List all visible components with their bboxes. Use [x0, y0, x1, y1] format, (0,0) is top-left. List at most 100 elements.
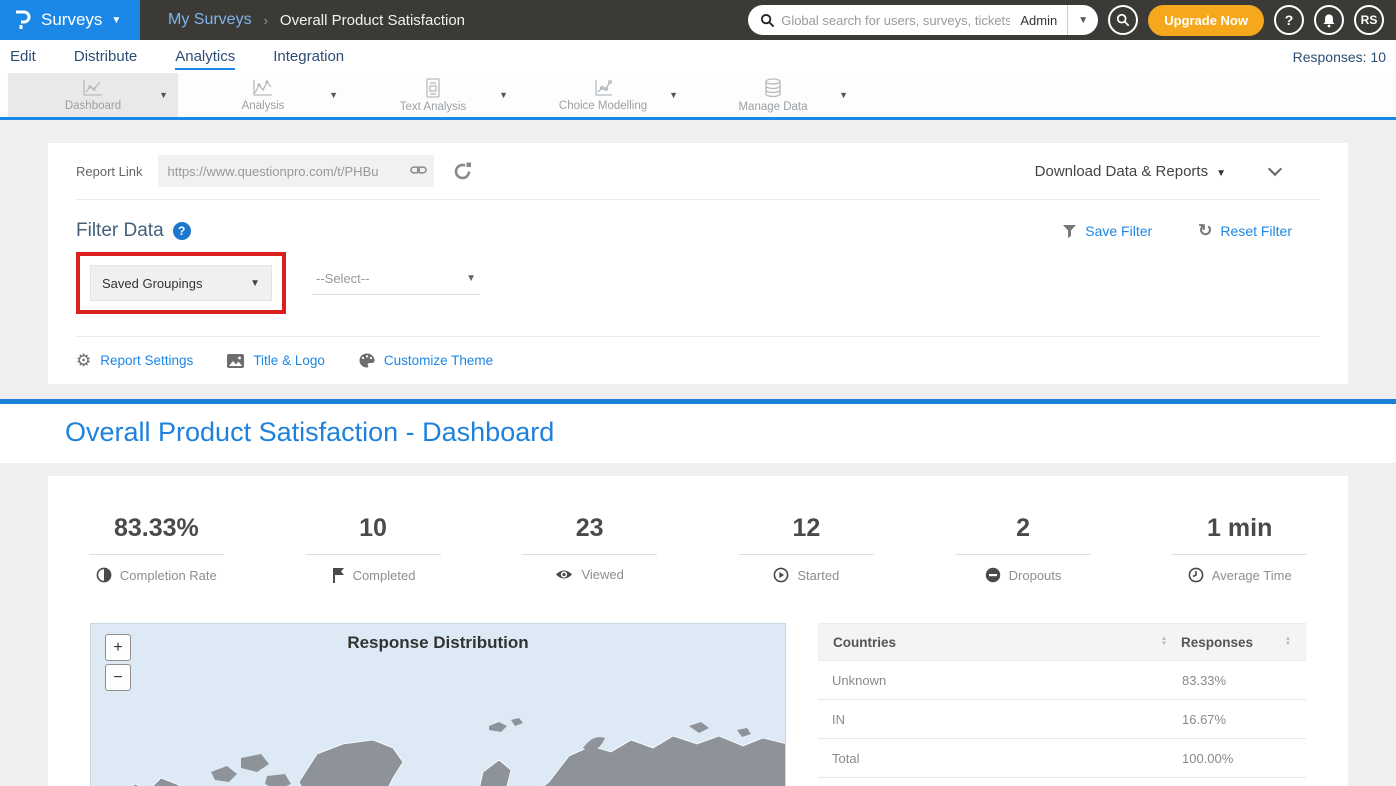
reset-filter-button[interactable]: ↻ Reset Filter — [1198, 221, 1292, 241]
tab-manage-data[interactable]: Manage Data ▼ — [688, 73, 858, 117]
highlight-annotation: Saved Groupings ▼ — [76, 252, 286, 314]
response-distribution-map[interactable]: Response Distribution + − — [90, 623, 786, 786]
customize-theme-link[interactable]: Customize Theme — [359, 353, 493, 368]
dashboard-card: 83.33% Completion Rate 10 Completed 23 — [48, 476, 1348, 786]
play-circle-icon — [773, 567, 789, 583]
questionpro-logo — [12, 9, 32, 31]
table-row: IN 16.67% — [818, 700, 1306, 739]
eye-icon — [555, 568, 573, 581]
report-link-label: Report Link — [76, 164, 142, 179]
breadcrumb: My Surveys › Overall Product Satisfactio… — [140, 0, 465, 40]
chevron-down-icon: ▼ — [1216, 168, 1226, 179]
minus-circle-icon — [985, 567, 1001, 583]
nav-edit[interactable]: Edit — [10, 48, 36, 65]
download-group: Download Data & Reports▼ — [1035, 163, 1320, 180]
tab-dropdown-icon[interactable]: ▼ — [329, 90, 338, 100]
analysis-chart-icon — [251, 78, 275, 98]
countries-column-header[interactable]: Countries — [833, 635, 896, 650]
product-switcher[interactable]: Surveys ▼ — [0, 0, 140, 40]
saved-groupings-dropdown[interactable]: Saved Groupings ▼ — [90, 265, 272, 301]
search-button[interactable] — [1108, 5, 1138, 35]
line-chart-icon — [81, 78, 105, 98]
tab-dashboard[interactable]: Dashboard ▼ — [8, 73, 178, 117]
upgrade-now-button[interactable]: Upgrade Now — [1148, 5, 1264, 36]
palette-icon — [359, 353, 375, 368]
database-icon — [762, 77, 784, 99]
topbar-actions: Admin ▼ Upgrade Now ? RS — [748, 0, 1396, 40]
breadcrumb-separator: › — [264, 13, 268, 28]
flag-icon — [331, 567, 345, 583]
global-search-input[interactable] — [781, 13, 1010, 28]
responses-count: Responses: 10 — [1293, 49, 1386, 65]
stat-completed: 10 Completed — [265, 514, 482, 583]
report-settings-row: ⚙ Report Settings Title & Logo Customize… — [76, 336, 1320, 384]
search-scope-dropdown[interactable]: ▼ — [1068, 15, 1098, 26]
chevron-down-icon: ▼ — [250, 278, 260, 289]
global-search: Admin ▼ — [748, 5, 1098, 35]
dashboard-title-band: Overall Product Satisfaction - Dashboard — [0, 404, 1396, 463]
bell-icon — [1322, 13, 1336, 28]
top-bar: Surveys ▼ My Surveys › Overall Product S… — [0, 0, 1396, 40]
save-filter-button[interactable]: Save Filter — [1062, 223, 1152, 239]
survey-section-nav: Edit Distribute Analytics Integration Re… — [0, 40, 1396, 73]
gear-icon: ⚙ — [76, 351, 91, 371]
filter-data-title: Filter Data ? — [76, 220, 191, 242]
tab-dropdown-icon[interactable]: ▼ — [499, 90, 508, 100]
collapse-panel-icon[interactable] — [1268, 162, 1282, 176]
filter-dropdowns-row: Saved Groupings ▼ --Select-- ▼ — [76, 252, 1320, 314]
avatar[interactable]: RS — [1354, 5, 1384, 35]
help-button[interactable]: ? — [1274, 5, 1304, 35]
sort-icon[interactable]: ▲▼ — [1285, 637, 1291, 647]
title-logo-link[interactable]: Title & Logo — [227, 353, 325, 368]
countries-table-header: Countries ▲▼ Responses ▲▼ — [818, 623, 1306, 661]
link-icon[interactable] — [410, 163, 427, 177]
sort-icon[interactable]: ▲▼ — [1161, 637, 1167, 647]
tab-dropdown-icon[interactable]: ▼ — [669, 90, 678, 100]
clock-icon — [1188, 567, 1204, 583]
search-icon — [1116, 13, 1130, 27]
image-icon — [227, 354, 244, 368]
product-name: Surveys — [41, 10, 102, 30]
filter-header-row: Filter Data ? Save Filter ↻ Reset Filter — [76, 200, 1320, 242]
breadcrumb-my-surveys[interactable]: My Surveys — [168, 11, 252, 29]
document-icon — [423, 77, 443, 99]
page-title: Overall Product Satisfaction - Dashboard — [65, 417, 1396, 448]
charts-row: Response Distribution + − — [90, 623, 1306, 786]
filter-help-icon[interactable]: ? — [173, 222, 191, 240]
chevron-down-icon: ▼ — [466, 273, 476, 284]
analytics-tab-strip: Dashboard ▼ Analysis ▼ Text Analysis ▼ C… — [0, 73, 1396, 120]
nav-analytics[interactable]: Analytics — [175, 48, 235, 65]
breadcrumb-survey-name: Overall Product Satisfaction — [280, 12, 465, 29]
chevron-down-icon: ▼ — [111, 15, 121, 26]
report-settings-link[interactable]: ⚙ Report Settings — [76, 351, 193, 371]
edit-report-link-icon[interactable] — [452, 161, 473, 182]
stat-started: 12 Started — [698, 514, 915, 583]
funnel-icon — [1062, 224, 1077, 238]
stat-dropouts: 2 Dropouts — [915, 514, 1132, 583]
stat-average-time: 1 min Average Time — [1131, 514, 1348, 583]
refresh-icon: ↻ — [1198, 221, 1212, 241]
download-data-reports-menu[interactable]: Download Data & Reports▼ — [1035, 163, 1226, 180]
tab-dropdown-icon[interactable]: ▼ — [839, 90, 848, 100]
tab-dropdown-icon[interactable]: ▼ — [159, 90, 168, 100]
stat-viewed: 23 Viewed — [481, 514, 698, 583]
tab-text-analysis[interactable]: Text Analysis ▼ — [348, 73, 518, 117]
table-row: Unknown 83.33% — [818, 661, 1306, 700]
countries-table: Countries ▲▼ Responses ▲▼ Unknown 83.33%… — [818, 623, 1306, 786]
responses-column-header[interactable]: Responses — [1181, 635, 1253, 650]
map-title: Response Distribution — [91, 633, 785, 653]
question-mark-icon: ? — [1285, 12, 1294, 28]
tab-analysis[interactable]: Analysis ▼ — [178, 73, 348, 117]
scatter-chart-icon — [591, 78, 615, 98]
stats-row: 83.33% Completion Rate 10 Completed 23 — [48, 514, 1348, 583]
map-zoom-controls: + − — [105, 634, 131, 691]
nav-integration[interactable]: Integration — [273, 48, 344, 65]
grouping-select-dropdown[interactable]: --Select-- ▼ — [312, 271, 480, 295]
report-link-input[interactable] — [158, 155, 434, 187]
notifications-button[interactable] — [1314, 5, 1344, 35]
search-scope-label: Admin — [1010, 13, 1067, 28]
report-link-field — [158, 155, 434, 187]
tab-choice-modelling[interactable]: Choice Modelling ▼ — [518, 73, 688, 117]
nav-distribute[interactable]: Distribute — [74, 48, 137, 65]
zoom-in-button[interactable]: + — [105, 634, 131, 661]
